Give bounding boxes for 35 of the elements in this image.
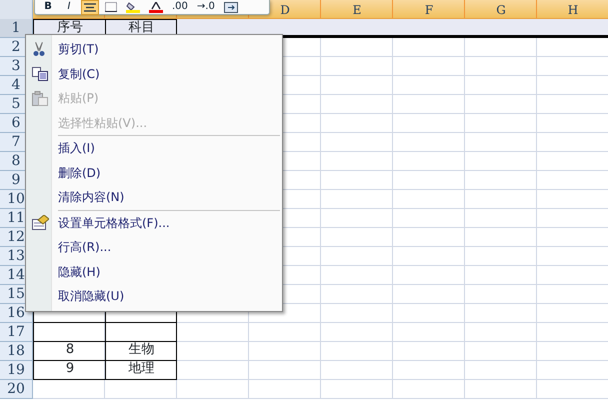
toolbar-button[interactable]: .00: [170, 0, 190, 14]
row-header[interactable]: 16: [0, 304, 33, 323]
format-cells-icon: [32, 215, 49, 230]
toolbar-button[interactable]: [82, 0, 98, 14]
row-header[interactable]: 19: [0, 361, 33, 380]
table-cell-text: 8: [64, 342, 76, 359]
border-icon: [105, 2, 117, 12]
toolbar-button[interactable]: [103, 0, 119, 14]
row-header[interactable]: 20: [0, 380, 33, 399]
toolbar-button[interactable]: [222, 0, 240, 14]
column-header[interactable]: D: [280, 3, 290, 18]
column-header[interactable]: G: [496, 3, 506, 18]
column-header[interactable]: H: [568, 3, 578, 18]
scissors-icon: [32, 41, 46, 58]
toolbar-button[interactable]: [147, 0, 165, 14]
fill-color-icon: [126, 2, 140, 12]
bold-button[interactable]: B: [40, 0, 56, 14]
font-color-icon: [149, 2, 163, 12]
merge-cells-icon: [224, 2, 238, 12]
table-cell-text: 序号: [56, 20, 84, 36]
align-center-icon: [84, 2, 96, 12]
row-header[interactable]: 18: [0, 342, 33, 361]
table-cell-text: 地理: [128, 361, 156, 378]
row-header[interactable]: 1: [0, 19, 33, 38]
copy-icon: [32, 66, 48, 81]
toolbar-button[interactable]: [124, 0, 142, 14]
column-header[interactable]: F: [424, 3, 434, 18]
paste-icon: [32, 90, 48, 106]
column-header[interactable]: E: [352, 3, 362, 18]
table-cell-text: 生物: [128, 342, 156, 359]
row-header[interactable]: 17: [0, 323, 33, 342]
table-cell-text: 9: [64, 361, 76, 378]
italic-button[interactable]: I: [61, 0, 77, 14]
table-cell-text: 科目: [128, 20, 156, 36]
toolbar-button[interactable]: →.0: [194, 0, 217, 14]
